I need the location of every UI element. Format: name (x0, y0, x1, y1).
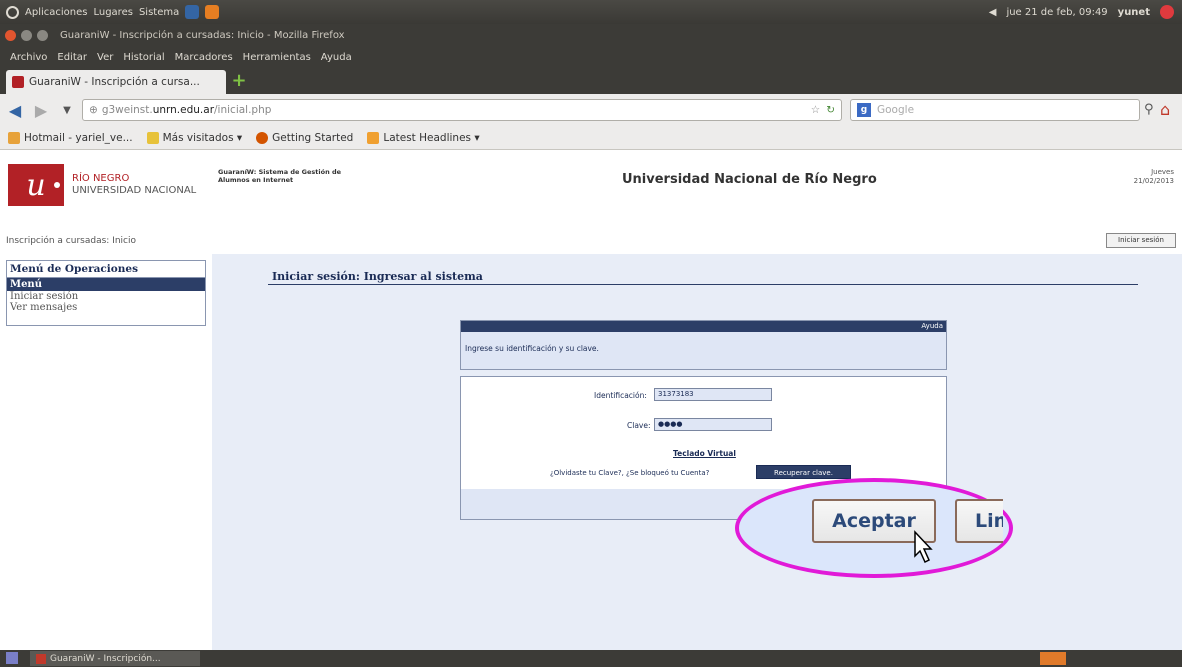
taskbar-window-item[interactable]: GuaraniW - Inscripción... (30, 651, 200, 666)
current-date: 21/02/2013 (1133, 177, 1174, 185)
clear-button[interactable]: Lim (955, 499, 1003, 543)
back-arrow-icon[interactable]: ◀ (4, 99, 26, 121)
id-label: Identificación: (594, 391, 647, 400)
magnifier-icon[interactable]: ⚲ (1144, 102, 1154, 117)
show-desktop-icon[interactable] (6, 652, 18, 664)
window-title: GuaraniW - Inscripción a cursadas: Inici… (60, 29, 345, 41)
firefox-task-icon (36, 653, 46, 664)
help-box: Ayuda Ingrese su identificación y su cla… (460, 320, 947, 370)
menu-ver[interactable]: Ver (97, 52, 113, 63)
reload-icon[interactable]: ↻ (826, 104, 835, 116)
firefox-launcher-icon[interactable] (205, 5, 220, 19)
login-header-button[interactable]: Iniciar sesión (1106, 233, 1176, 248)
menu-title: Menú de Operaciones (7, 261, 205, 278)
help-message: Ingrese su identificación y su clave. (465, 344, 599, 353)
password-field[interactable]: ●●●● (654, 418, 772, 431)
home-icon[interactable]: ⌂ (1160, 100, 1178, 119)
maximize-window-icon[interactable] (37, 29, 48, 41)
bookmark-latest-headlines[interactable]: Latest Headlines ▾ (367, 131, 480, 144)
window-titlebar: GuaraniW - Inscripción a cursadas: Inici… (0, 24, 1182, 46)
tab-bar: GuaraniW - Inscripción a cursa... + (0, 68, 1182, 94)
page-header: u RÍO NEGRO UNIVERSIDAD NACIONAL Guaraní… (0, 150, 1182, 230)
menu-marcadores[interactable]: Marcadores (175, 52, 233, 63)
user-name[interactable]: yunet (1118, 7, 1150, 18)
menu-editar[interactable]: Editar (57, 52, 87, 63)
menu-historial[interactable]: Historial (123, 52, 164, 63)
url-path: /inicial.php (214, 104, 272, 116)
ubuntu-logo-icon[interactable] (6, 5, 19, 19)
bookmark-star-icon[interactable]: ☆ (811, 104, 820, 116)
url-bar[interactable]: ⊕ g3weinst. unrn.edu.ar/inicial.php ☆ ↻ (82, 99, 842, 121)
minimize-window-icon[interactable] (21, 29, 32, 41)
bookmark-label: Hotmail - yariel_ve... (24, 131, 133, 144)
search-bar[interactable]: g Google (850, 99, 1140, 121)
site-identity-icon[interactable]: ⊕ (89, 104, 98, 116)
browser-menubar: Archivo Editar Ver Historial Marcadores … (0, 46, 1182, 68)
section-title: Iniciar sesión: Ingresar al sistema (272, 270, 483, 283)
menu-item-iniciar-sesion[interactable]: Iniciar sesión (7, 291, 205, 302)
bookmark-hotmail[interactable]: Hotmail - yariel_ve... (8, 131, 133, 144)
menu-item-ver-mensajes[interactable]: Ver mensajes (7, 302, 205, 313)
menu-item-active[interactable]: Menú (7, 278, 205, 291)
forgot-password-text: ¿Olvidaste tu Clave?, ¿Se bloqueó tu Cue… (550, 469, 710, 477)
url-host: unrn.edu.ar (152, 104, 215, 116)
search-placeholder: Google (877, 104, 915, 116)
rss-icon (367, 131, 380, 144)
navigation-bar: ◀ ▶ ▼ ⊕ g3weinst. unrn.edu.ar/inicial.php… (0, 94, 1182, 126)
id-field[interactable]: 31373183 (654, 388, 772, 401)
recover-password-button[interactable]: Recuperar clave. (756, 465, 851, 479)
logo-mark: u (8, 164, 64, 206)
help-link[interactable]: Ayuda (461, 321, 946, 332)
browser-tab[interactable]: GuaraniW - Inscripción a cursa... (6, 70, 226, 94)
password-label: Clave: (627, 421, 651, 430)
tab-label: GuaraniW - Inscripción a cursa... (29, 76, 200, 88)
web-page: u RÍO NEGRO UNIVERSIDAD NACIONAL Guaraní… (0, 150, 1182, 650)
mouse-cursor-icon (914, 530, 933, 564)
section-divider (268, 284, 1138, 285)
bookmark-most-visited[interactable]: Más visitados ▾ (146, 131, 243, 144)
menu-archivo[interactable]: Archivo (10, 52, 47, 63)
bookmark-label: Más visitados ▾ (162, 131, 243, 144)
system-title: GuaraníW: Sistema de Gestión de Alumnos … (218, 168, 342, 184)
operations-menu: Menú de Operaciones Menú Iniciar sesión … (6, 260, 206, 326)
virtual-keyboard-link[interactable]: Teclado Virtual (673, 449, 736, 458)
firefox-icon (256, 131, 269, 144)
weekday: Jueves (1151, 168, 1174, 176)
date-block: Jueves 21/02/2013 (1134, 168, 1174, 186)
workspace-switcher[interactable] (1040, 652, 1066, 665)
forward-arrow-icon[interactable]: ▶ (30, 99, 52, 121)
university-logo[interactable]: u RÍO NEGRO UNIVERSIDAD NACIONAL (8, 164, 208, 206)
logo-line-1: RÍO NEGRO (72, 173, 130, 184)
bookmark-getting-started[interactable]: Getting Started (256, 131, 354, 144)
menu-ayuda[interactable]: Ayuda (321, 52, 352, 63)
menu-lugares[interactable]: Lugares (93, 7, 132, 18)
clock[interactable]: jue 21 de feb, 09:49 (1006, 7, 1107, 18)
close-window-icon[interactable] (5, 29, 16, 41)
power-icon[interactable] (1160, 5, 1174, 19)
bookmark-label: Getting Started (272, 131, 354, 144)
logo-line-2: UNIVERSIDAD NACIONAL (72, 185, 197, 196)
volume-icon[interactable]: ◀ (989, 7, 997, 18)
favicon-icon (12, 76, 24, 88)
folder-icon (146, 131, 159, 144)
url-prefix: g3weinst. (101, 104, 153, 116)
menu-herramientas[interactable]: Herramientas (243, 52, 311, 63)
system-top-panel: Aplicaciones Lugares Sistema ◀ jue 21 de… (0, 0, 1182, 24)
history-dropdown-icon[interactable]: ▼ (56, 99, 78, 121)
logo-text: RÍO NEGRO UNIVERSIDAD NACIONAL (72, 173, 196, 197)
help-launcher-icon[interactable] (185, 5, 200, 19)
hotmail-icon (8, 131, 20, 144)
university-title: Universidad Nacional de Río Negro (622, 172, 877, 187)
menu-aplicaciones[interactable]: Aplicaciones (25, 7, 87, 18)
menu-sistema[interactable]: Sistema (139, 7, 179, 18)
google-engine-icon[interactable]: g (857, 103, 871, 117)
bookmarks-toolbar: Hotmail - yariel_ve... Más visitados ▾ G… (0, 126, 1182, 150)
new-tab-button[interactable]: + (230, 72, 248, 91)
bookmark-label: Latest Headlines ▾ (383, 131, 480, 144)
system-bottom-panel: GuaraniW - Inscripción... (0, 650, 1182, 667)
taskbar-label: GuaraniW - Inscripción... (50, 653, 161, 664)
breadcrumb: Inscripción a cursadas: Inicio (6, 236, 136, 246)
